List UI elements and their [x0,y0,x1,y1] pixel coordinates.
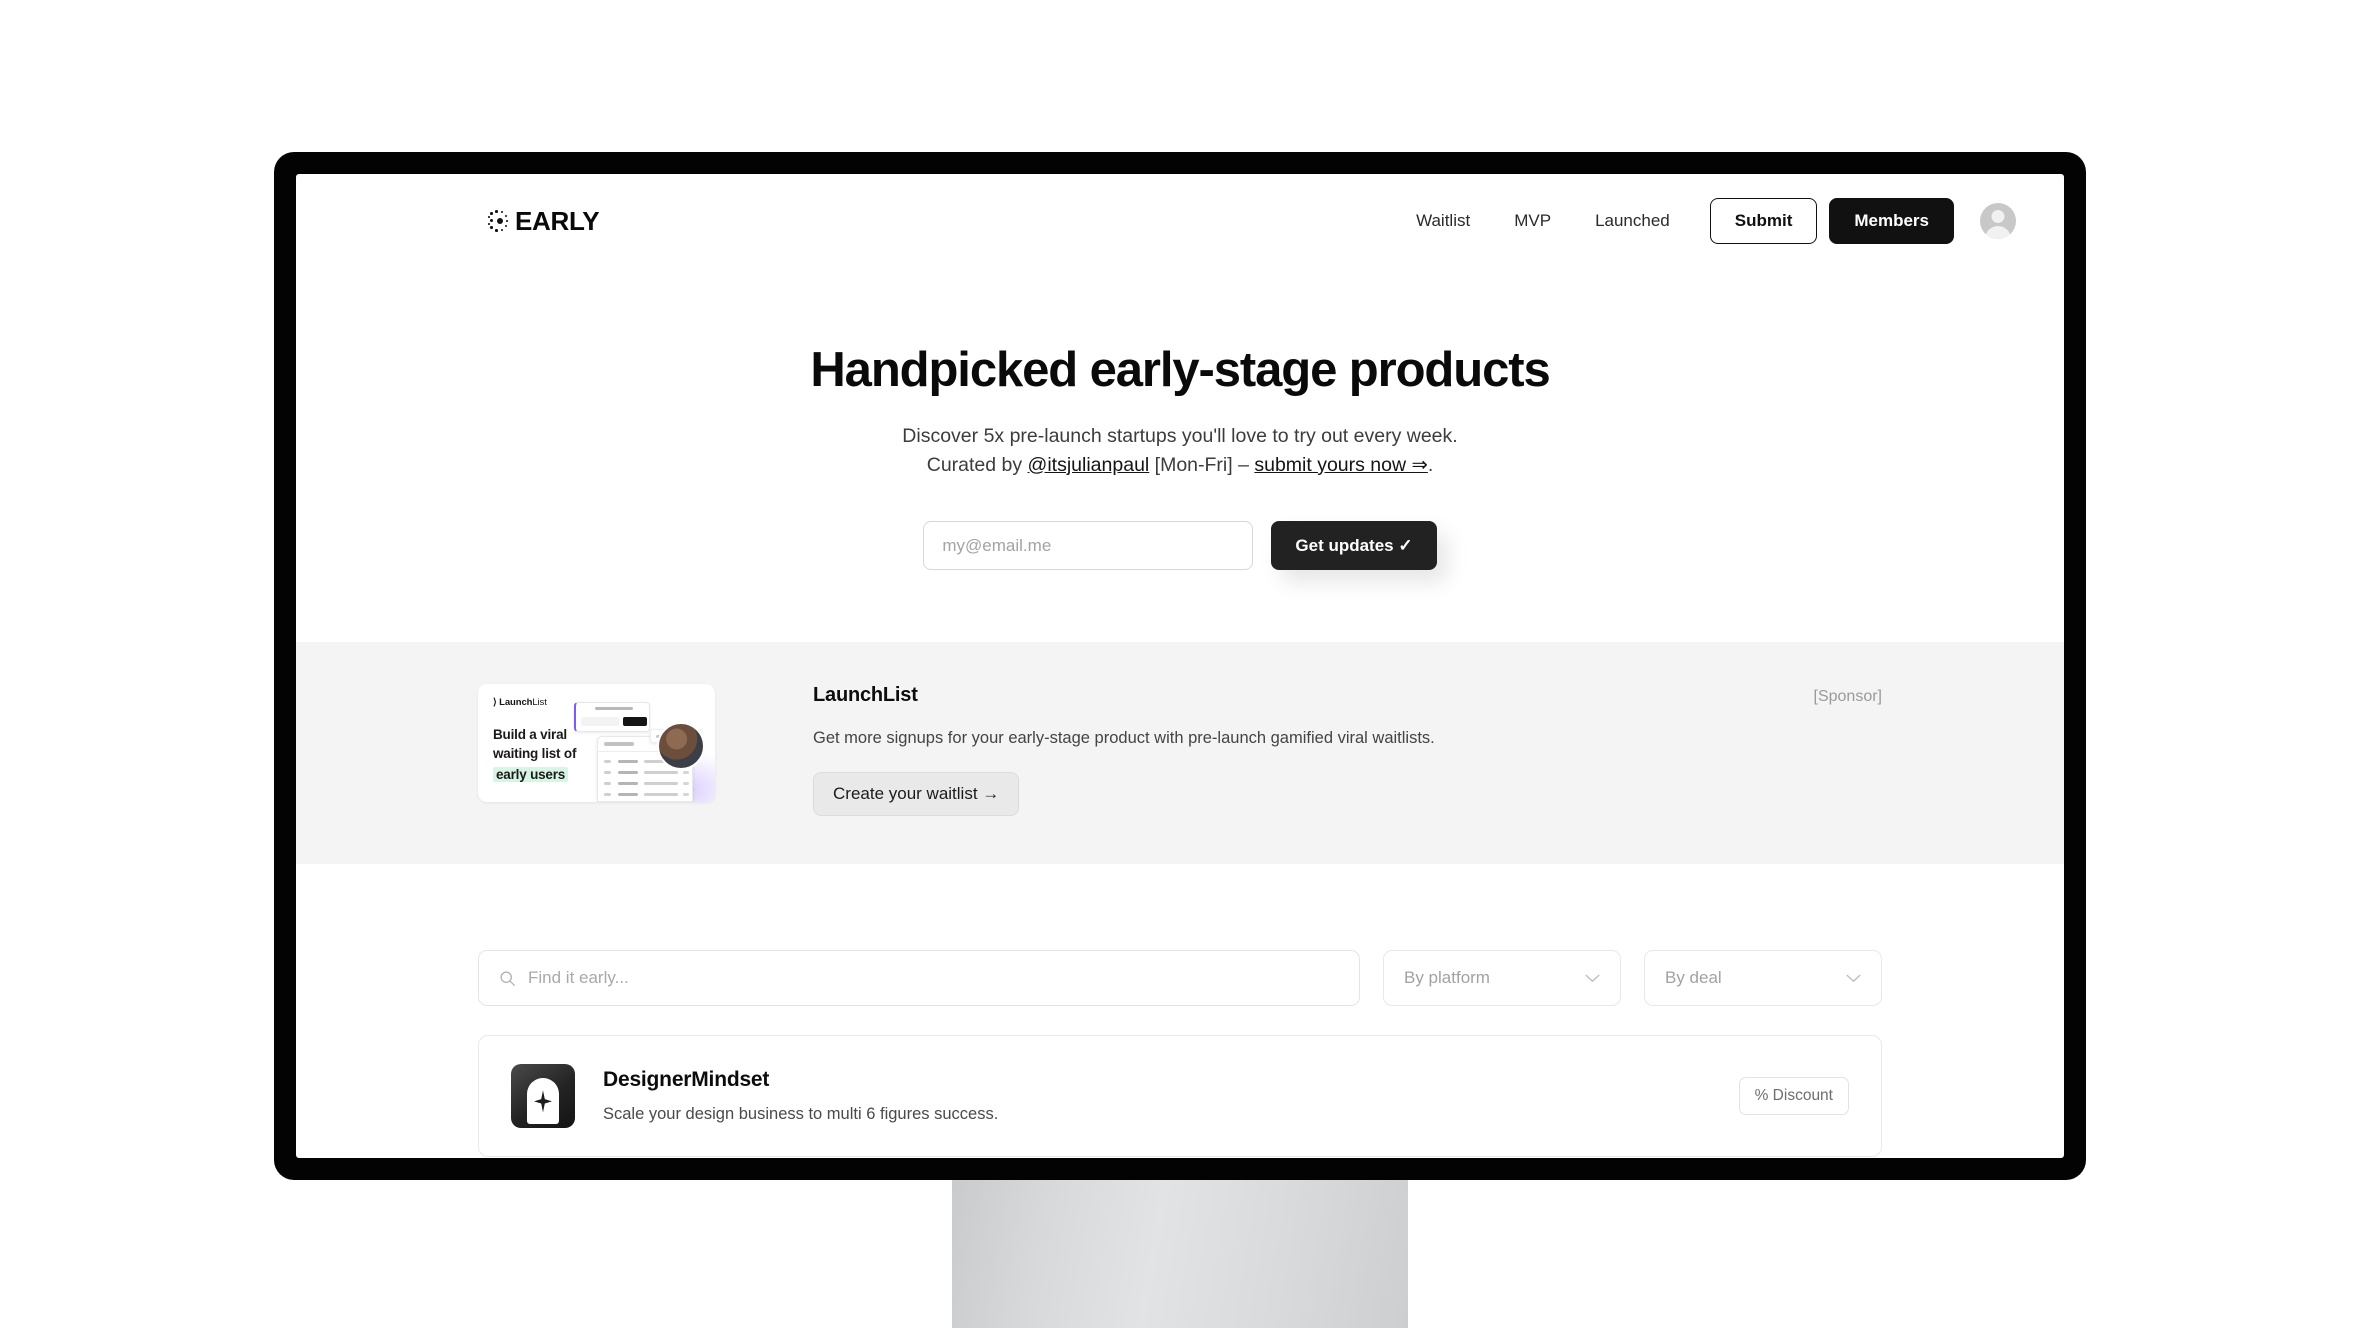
members-button[interactable]: Members [1829,198,1954,244]
nav-item-waitlist[interactable]: Waitlist [1394,211,1492,231]
primary-nav: Waitlist MVP Launched Submit Members [1394,198,2016,244]
brand-name: EARLY [515,205,600,236]
thumb-table-row [604,790,690,800]
hero-subtitle-line-1: Discover 5x pre-launch startups you'll l… [902,425,1458,447]
deal-filter-label: By deal [1665,968,1722,988]
signup-form: Get updates ✓ [296,521,2064,571]
nav-item-launched[interactable]: Launched [1573,211,1692,231]
hero-curated-line: Curated by @itsjulianpaul [Mon-Fri] – su… [296,451,2064,480]
curated-prefix: Curated by [926,453,1028,476]
thumb-table-row [604,779,690,789]
platform-filter-select[interactable]: By platform [1383,950,1621,1007]
launchlist-logo-bold: Launch [499,697,533,709]
thumb-join-waitlist-card [574,702,650,733]
curator-handle-link[interactable]: @itsjulianpaul [1028,454,1150,476]
discount-badge[interactable]: % Discount [1738,1077,1849,1116]
monitor-bezel: EARLY Waitlist MVP Launched Submit Membe… [274,152,2086,1180]
thumb-headline-line-2: waiting list of [493,745,577,761]
thumb-headline: Build a viral waiting list of early user… [493,726,576,784]
avatar-body [1985,226,2011,239]
product-list-item[interactable]: DesignerMindset Scale your design busine… [478,1035,1882,1158]
page-title: Handpicked early-stage products [810,343,1550,397]
launchlist-logo: ⟩ LaunchList [493,697,547,709]
create-waitlist-button[interactable]: Create your waitlist → [813,772,1020,817]
sponsor-body: LaunchList Get more signups for your ear… [813,684,1814,817]
submit-button[interactable]: Submit [1709,198,1818,244]
sponsor-thumbnail[interactable]: ⟩ LaunchList Build a viral waiting list … [478,684,715,803]
screenshot-stage: EARLY Waitlist MVP Launched Submit Membe… [0,0,2360,1328]
site-header: EARLY Waitlist MVP Launched Submit Membe… [296,174,2064,268]
curated-suffix: . [1427,453,1434,476]
dotted-burst-icon [488,208,512,234]
thumb-card-field [581,717,619,727]
sponsor-description: Get more signups for your early-stage pr… [813,729,1435,748]
curated-middle: [Mon-Fri] – [1149,453,1255,476]
sponsor-title: LaunchList [813,684,918,707]
chevron-down-icon [1585,974,1600,982]
nav-item-mvp[interactable]: MVP [1492,211,1573,231]
search-icon [500,971,515,986]
account-avatar-icon[interactable] [1980,203,2016,239]
thumb-card-title [595,707,633,711]
get-updates-button[interactable]: Get updates ✓ [1271,521,1437,571]
filter-bar: By platform By deal [478,950,1882,1007]
deal-filter-select[interactable]: By deal [1644,950,1882,1007]
thumb-headline-line-1: Build a viral [493,727,567,743]
platform-filter-label: By platform [1404,968,1490,988]
launchlist-logo-light: List [532,697,547,709]
thumb-table-header [604,742,634,746]
chevron-down-icon [1846,974,1861,982]
sponsor-inner: ⟩ LaunchList Build a viral waiting list … [478,684,1882,817]
sponsor-band: ⟩ LaunchList Build a viral waiting list … [296,642,2064,865]
email-input[interactable] [923,521,1254,571]
submit-yours-link[interactable]: submit yours now ⇒ [1254,454,1427,476]
product-text: DesignerMindset Scale your design busine… [603,1068,1739,1124]
product-name: DesignerMindset [603,1068,770,1092]
hero-section: Handpicked early-stage products Discover… [296,268,2064,571]
thumb-headline-highlight: early users [493,767,569,783]
avatar-head [1991,210,2005,223]
product-description: Scale your design business to multi 6 fi… [603,1105,999,1124]
sponsor-label: [Sponsor] [1813,688,1882,706]
search-field-wrapper[interactable] [478,950,1360,1007]
thumb-avatar-photo [657,722,705,771]
brand-logo[interactable]: EARLY [488,205,600,237]
thumb-card-button [623,717,647,727]
hero-subtitle: Discover 5x pre-launch startups you'll l… [296,422,2064,479]
head-sparkle-icon [511,1064,575,1129]
screen-viewport: EARLY Waitlist MVP Launched Submit Membe… [296,174,2064,1158]
search-input[interactable] [528,968,1339,989]
